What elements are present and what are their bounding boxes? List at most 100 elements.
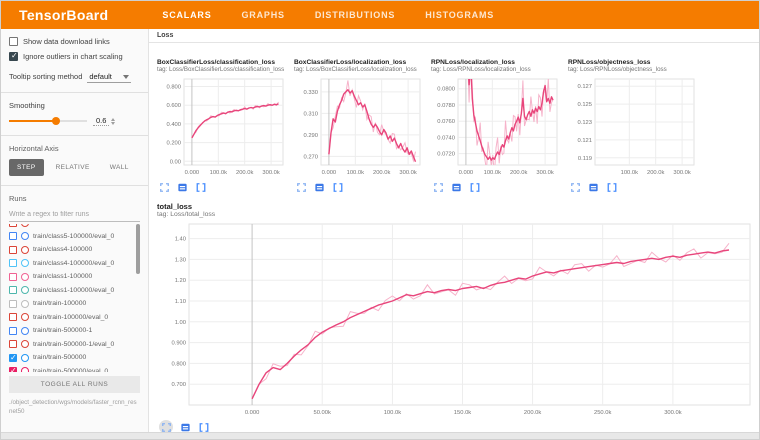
- run-color-swatch-icon[interactable]: [21, 273, 29, 281]
- data-table-icon[interactable]: [180, 422, 191, 433]
- run-color-swatch-icon[interactable]: [21, 232, 29, 240]
- chart-plot[interactable]: 0.8000.6000.4000.2000.000.000100.0k200.0…: [157, 75, 288, 178]
- app-header: TensorBoard SCALARS GRAPHS DISTRIBUTIONS…: [1, 1, 759, 29]
- bottom-scrollbar-track[interactable]: [1, 432, 759, 439]
- chart-toolbar: [294, 180, 425, 194]
- run-name: train/train-100000/eval_0: [33, 314, 108, 321]
- run-item[interactable]: train/train-500000-1/eval_0: [9, 338, 140, 352]
- run-checkbox-icon[interactable]: [9, 340, 17, 348]
- chart-plot[interactable]: 0.3300.3100.2900.2700.000100.0k200.0k300…: [294, 75, 425, 178]
- chart-tag: tag: Loss/RPNLoss/localization_loss: [431, 66, 562, 73]
- run-color-swatch-icon[interactable]: [21, 286, 29, 294]
- fullscreen-icon[interactable]: [159, 182, 170, 193]
- run-checkbox-icon[interactable]: [9, 300, 17, 308]
- run-checkbox-icon[interactable]: [9, 259, 17, 267]
- run-checkbox-icon[interactable]: [9, 232, 17, 240]
- chart-plot[interactable]: 0.1270.1250.1230.1210.119100.0k200.0k300…: [568, 75, 699, 178]
- run-color-swatch-icon[interactable]: [21, 224, 29, 227]
- run-checkbox-icon[interactable]: [9, 224, 17, 227]
- svg-text:100.0k: 100.0k: [621, 170, 639, 176]
- svg-text:0.400: 0.400: [166, 122, 181, 128]
- pin-icon[interactable]: [195, 182, 206, 193]
- run-item[interactable]: train/train-500000/eval_0: [9, 365, 140, 373]
- data-table-icon[interactable]: [177, 182, 188, 193]
- pin-icon[interactable]: [198, 422, 209, 433]
- run-name: train/train-500000-1/eval_0: [33, 341, 114, 348]
- chart-title: BoxClassifierLoss/classification_loss: [157, 59, 288, 66]
- svg-text:0.330: 0.330: [303, 90, 318, 96]
- svg-text:300.0k: 300.0k: [536, 170, 554, 176]
- smoothing-value-input[interactable]: 0.6: [93, 116, 109, 126]
- toggle-all-runs-button[interactable]: TOGGLE ALL RUNS: [9, 376, 140, 393]
- run-checkbox-icon[interactable]: [9, 246, 17, 254]
- svg-text:0.800: 0.800: [171, 361, 186, 367]
- run-checkbox-icon[interactable]: [9, 354, 17, 362]
- total-loss-plot[interactable]: 1.401.301.201.101.000.9000.8000.7000.000…: [157, 220, 755, 418]
- svg-text:0.800: 0.800: [166, 85, 181, 91]
- tab-histograms[interactable]: HISTOGRAMS: [423, 1, 496, 29]
- smoothing-slider[interactable]: [9, 120, 87, 122]
- category-label: Loss: [157, 32, 173, 39]
- svg-text:0.00: 0.00: [170, 159, 181, 165]
- fullscreen-icon[interactable]: [296, 182, 307, 193]
- run-color-swatch-icon[interactable]: [21, 327, 29, 335]
- run-color-swatch-icon[interactable]: [21, 246, 29, 254]
- wall-button[interactable]: WALL: [102, 159, 137, 176]
- pin-icon[interactable]: [606, 182, 617, 193]
- run-checkbox-icon[interactable]: [9, 273, 17, 281]
- run-color-swatch-icon[interactable]: [21, 367, 29, 372]
- tooltip-sort-select[interactable]: default: [87, 71, 131, 83]
- run-color-swatch-icon[interactable]: [21, 313, 29, 321]
- run-color-swatch-icon[interactable]: [21, 259, 29, 267]
- run-item[interactable]: train/class5-100000/eval_0: [9, 230, 140, 244]
- run-item[interactable]: train/class4-100000/eval_0: [9, 257, 140, 271]
- svg-text:0.600: 0.600: [166, 103, 181, 109]
- tab-distributions[interactable]: DISTRIBUTIONS: [313, 1, 397, 29]
- tab-scalars[interactable]: SCALARS: [160, 1, 213, 29]
- run-checkbox-icon[interactable]: [9, 286, 17, 294]
- ignore-outliers-checkbox[interactable]: Ignore outliers in chart scaling: [9, 52, 140, 61]
- svg-text:0.0800: 0.0800: [437, 87, 455, 93]
- run-checkbox-icon[interactable]: [9, 367, 17, 372]
- number-spinner[interactable]: [111, 118, 115, 125]
- svg-text:250.0k: 250.0k: [594, 410, 612, 416]
- tab-graphs[interactable]: GRAPHS: [240, 1, 287, 29]
- chart-plot[interactable]: 0.08000.07800.07600.07400.07200.000100.0…: [431, 75, 562, 178]
- scrollbar-thumb[interactable]: [136, 224, 140, 274]
- svg-text:150.0k: 150.0k: [454, 410, 472, 416]
- run-item[interactable]: train/train-500000-1: [9, 324, 140, 338]
- runs-filter-input[interactable]: [9, 209, 140, 222]
- fullscreen-icon[interactable]: [433, 182, 444, 193]
- run-item[interactable]: train/class4-100000: [9, 243, 140, 257]
- step-button[interactable]: STEP: [9, 159, 44, 176]
- run-checkbox-icon[interactable]: [9, 313, 17, 321]
- run-item[interactable]: train/train-500000: [9, 351, 140, 365]
- run-item[interactable]: train/class1-100000: [9, 270, 140, 284]
- category-header[interactable]: Loss: [149, 29, 759, 43]
- run-color-swatch-icon[interactable]: [21, 354, 29, 362]
- run-item[interactable]: train/class1-100000/eval_0: [9, 284, 140, 298]
- svg-text:1.30: 1.30: [175, 257, 186, 263]
- svg-text:0.000: 0.000: [459, 170, 474, 176]
- chart-tag: tag: Loss/BoxClassifierLoss/classificati…: [157, 66, 288, 73]
- show-download-links-checkbox[interactable]: Show data download links: [9, 37, 140, 46]
- slider-thumb[interactable]: [52, 117, 60, 125]
- run-checkbox-icon[interactable]: [9, 327, 17, 335]
- relative-button[interactable]: RELATIVE: [48, 159, 98, 176]
- pin-icon[interactable]: [332, 182, 343, 193]
- chart-title: BoxClassifierLoss/localization_loss: [294, 59, 425, 66]
- data-table-icon[interactable]: [588, 182, 599, 193]
- svg-text:100.0k: 100.0k: [347, 170, 365, 176]
- run-item[interactable]: train/train-100000: [9, 297, 140, 311]
- svg-text:0.290: 0.290: [303, 133, 318, 139]
- run-item[interactable]: train/train-100000/eval_0: [9, 311, 140, 325]
- run-color-swatch-icon[interactable]: [21, 300, 29, 308]
- data-table-icon[interactable]: [451, 182, 462, 193]
- run-color-swatch-icon[interactable]: [21, 340, 29, 348]
- data-table-icon[interactable]: [314, 182, 325, 193]
- pin-icon[interactable]: [469, 182, 480, 193]
- chevron-down-icon: [123, 75, 129, 79]
- fullscreen-icon[interactable]: [570, 182, 581, 193]
- svg-text:1.40: 1.40: [175, 237, 186, 243]
- chart-tag: tag: Loss/RPNLoss/objectness_loss: [568, 66, 699, 73]
